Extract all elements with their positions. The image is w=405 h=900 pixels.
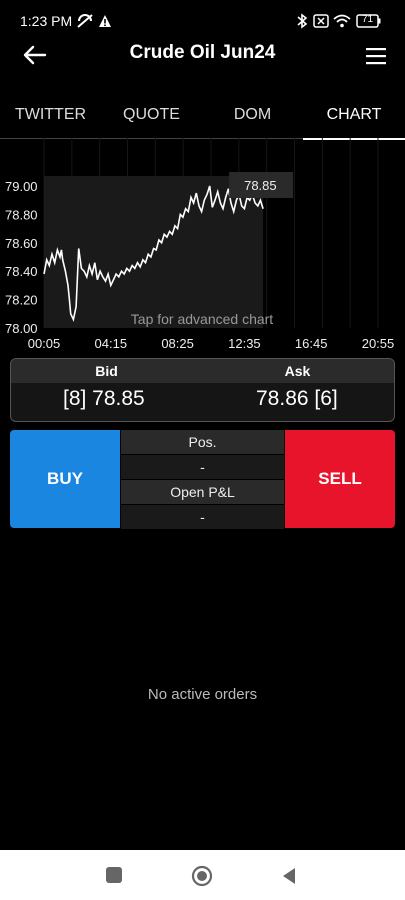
y-axis-ticks: 79.00 78.80 78.60 78.40 78.20 78.00 (5, 179, 38, 336)
bid-label: Bid (95, 363, 118, 379)
status-bar: 1:23 PM 71 (0, 0, 405, 42)
orders-empty-state: No active orders (147, 686, 258, 703)
tab-bar: TWITTER QUOTE DOM CHART (0, 96, 405, 140)
mute-icon (77, 14, 93, 28)
x-tick-label: 12:35 (228, 336, 261, 351)
wifi-icon (333, 14, 351, 28)
ask-label: Ask (284, 363, 311, 379)
position-label: Pos. (121, 430, 284, 454)
buy-button[interactable]: BUY (10, 430, 120, 528)
y-tick-label: 78.00 (5, 321, 38, 336)
price-chart[interactable]: 79.00 78.80 78.60 78.40 78.20 78.00 00:05 04:1… (0, 138, 405, 358)
home-circle-icon[interactable] (191, 865, 213, 887)
menu-button[interactable] (364, 44, 388, 68)
y-tick-label: 78.80 (5, 207, 38, 222)
recents-square-icon[interactable] (106, 867, 122, 883)
y-tick-label: 78.40 (5, 264, 38, 279)
x-tick-label: 00:05 (28, 336, 61, 351)
tab-chart[interactable]: CHART (303, 96, 405, 140)
battery-level: 71 (362, 14, 374, 25)
open-pnl-value: - (121, 505, 284, 529)
y-tick-label: 78.60 (5, 236, 38, 251)
y-tick-label: 79.00 (5, 179, 38, 194)
bid-ask-panel: Bid Ask [8] 78.85 78.86 [6] (10, 358, 395, 422)
open-pnl-label: Open P&L (121, 480, 284, 504)
chart-hint: Tap for advanced chart (131, 311, 274, 327)
x-tick-label: 20:55 (362, 336, 395, 351)
tab-twitter[interactable]: TWITTER (0, 96, 101, 138)
sim-off-icon (313, 14, 329, 28)
x-tick-label: 08:25 (161, 336, 194, 351)
status-time: 1:23 PM (20, 13, 73, 29)
page-title: Crude Oil Jun24 (129, 42, 276, 63)
tab-dom[interactable]: DOM (202, 96, 303, 138)
bluetooth-icon (297, 13, 308, 29)
system-nav-bar (0, 850, 405, 900)
back-triangle-icon[interactable] (281, 867, 297, 885)
x-tick-label: 04:15 (95, 336, 128, 351)
sell-button[interactable]: SELL (285, 430, 395, 528)
bid-value: [8] 78.85 (63, 387, 145, 410)
ask-value: 78.86 [6] (256, 387, 338, 410)
current-price-label: 78.85 (244, 178, 277, 193)
x-tick-label: 16:45 (295, 336, 328, 351)
warning-icon (99, 15, 111, 27)
x-axis-ticks: 00:05 04:15 08:25 12:35 16:45 20:55 (28, 336, 395, 351)
y-tick-label: 78.20 (5, 293, 38, 308)
hamburger-menu-icon (366, 48, 386, 65)
tab-quote[interactable]: QUOTE (101, 96, 202, 138)
position-value: - (121, 455, 284, 479)
